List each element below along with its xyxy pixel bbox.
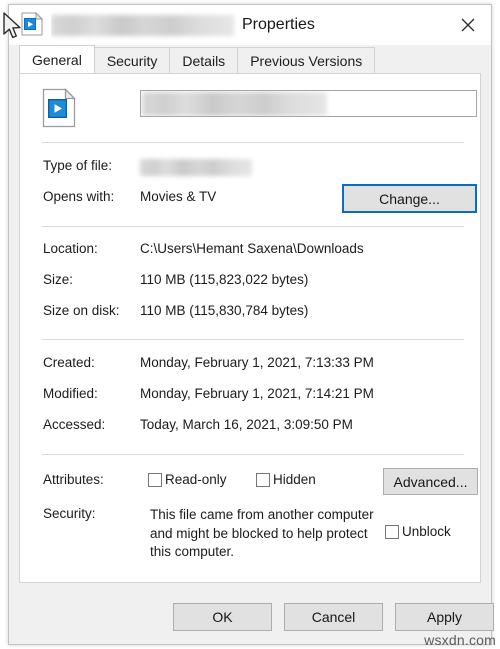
redacted-type-of-file-value (140, 159, 252, 176)
divider-1 (42, 142, 464, 143)
modified-value: Monday, February 1, 2021, 7:14:21 PM (140, 386, 374, 401)
ok-button[interactable]: OK (173, 603, 272, 631)
redacted-filename-title (51, 14, 234, 36)
advanced-button-label: Advanced... (393, 473, 468, 490)
location-value: C:\Users\Hemant Saxena\Downloads (140, 241, 364, 256)
location-label: Location: (43, 241, 98, 256)
video-file-large-icon (42, 87, 77, 128)
security-message: This file came from another computer and… (150, 507, 374, 559)
apply-button-label: Apply (426, 609, 463, 625)
row-type-of-file: Type of file: (20, 158, 480, 179)
file-name-input[interactable] (140, 90, 477, 117)
tab-general[interactable]: General (19, 45, 95, 73)
size-label: Size: (43, 272, 74, 287)
opens-with-label: Opens with: (43, 189, 115, 204)
cancel-button[interactable]: Cancel (284, 603, 383, 631)
unblock-checkbox[interactable]: Unblock (385, 524, 451, 539)
tab-previous-versions[interactable]: Previous Versions (237, 47, 376, 73)
hidden-label: Hidden (273, 472, 316, 487)
readonly-label: Read-only (165, 472, 227, 487)
tab-general-label: General (32, 51, 82, 68)
row-accessed: Accessed: Today, March 16, 2021, 3:09:50… (20, 417, 480, 438)
divider-2 (42, 226, 464, 227)
checkbox-icon (385, 524, 399, 539)
row-opens-with: Opens with: Movies & TV Change... (20, 184, 480, 213)
row-attributes: Attributes: Read-only Hidden Advanced... (20, 468, 480, 500)
row-modified: Modified: Monday, February 1, 2021, 7:14… (20, 386, 480, 407)
tab-security-label: Security (106, 52, 158, 69)
checkbox-icon (148, 472, 162, 487)
tab-details[interactable]: Details (169, 47, 239, 73)
row-security: Security: This file came from another co… (20, 506, 480, 566)
size-value: 110 MB (115,823,022 bytes) (140, 272, 309, 287)
attributes-label: Attributes: (43, 472, 104, 487)
security-label: Security: (43, 506, 96, 521)
title-bar: Properties (9, 5, 491, 45)
ok-button-label: OK (212, 609, 233, 625)
modified-label: Modified: (43, 386, 98, 401)
file-name-row (20, 86, 480, 130)
tab-strip: General Security Details Previous Versio… (19, 45, 481, 73)
size-on-disk-label: Size on disk: (43, 303, 120, 318)
advanced-button[interactable]: Advanced... (383, 468, 478, 495)
window-title: Properties (51, 5, 431, 45)
dialog-footer: OK Cancel Apply (9, 586, 494, 644)
tab-details-label: Details (182, 52, 226, 69)
change-button-label: Change... (379, 190, 440, 207)
accessed-value: Today, March 16, 2021, 3:09:50 PM (140, 417, 353, 432)
divider-3 (42, 339, 464, 340)
general-tab-page: Type of file: Opens with: Movies & TV Ch… (19, 73, 481, 583)
unblock-label: Unblock (402, 524, 451, 539)
size-on-disk-value: 110 MB (115,830,784 bytes) (140, 303, 309, 318)
readonly-checkbox[interactable]: Read-only (148, 472, 227, 487)
redacted-filename-value (142, 92, 327, 116)
change-button[interactable]: Change... (342, 184, 477, 213)
row-location: Location: C:\Users\Hemant Saxena\Downloa… (20, 241, 480, 262)
video-file-icon (21, 11, 44, 36)
tab-security[interactable]: Security (93, 47, 171, 73)
tab-previous-versions-label: Previous Versions (250, 52, 363, 69)
opens-with-value: Movies & TV (140, 189, 217, 204)
created-value: Monday, February 1, 2021, 7:13:33 PM (140, 355, 374, 370)
screenshot-root: Properties General Security Details Prev… (0, 0, 500, 649)
row-size: Size: 110 MB (115,823,022 bytes) (20, 272, 480, 293)
apply-button[interactable]: Apply (395, 603, 494, 631)
accessed-label: Accessed: (43, 417, 106, 432)
close-icon (461, 18, 475, 32)
checkbox-icon (256, 472, 270, 487)
hidden-checkbox[interactable]: Hidden (256, 472, 316, 487)
type-of-file-label: Type of file: (43, 158, 113, 173)
close-button[interactable] (444, 5, 491, 45)
row-created: Created: Monday, February 1, 2021, 7:13:… (20, 355, 480, 376)
file-properties-dialog: Properties General Security Details Prev… (8, 4, 494, 645)
cancel-button-label: Cancel (311, 609, 356, 625)
divider-4 (42, 454, 464, 455)
created-label: Created: (43, 355, 95, 370)
row-size-on-disk: Size on disk: 110 MB (115,830,784 bytes) (20, 303, 480, 324)
window-title-text: Properties (242, 16, 315, 33)
